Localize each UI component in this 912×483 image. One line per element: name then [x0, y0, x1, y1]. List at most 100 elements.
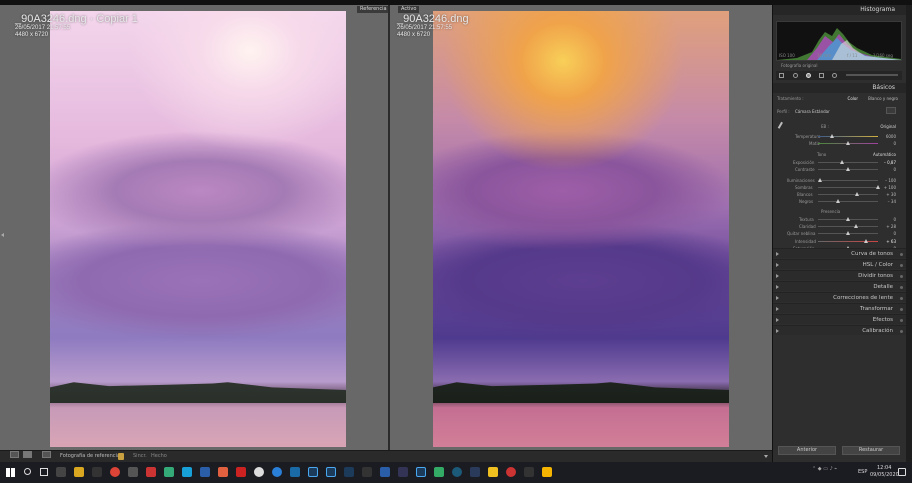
lightroom-icon[interactable]: [308, 467, 318, 477]
section-hsl-color[interactable]: HSL / Color: [773, 259, 907, 269]
toggle-switch-icon[interactable]: [900, 264, 903, 267]
contrast-slider[interactable]: [818, 167, 878, 171]
taskbar-app-icon-18[interactable]: [362, 467, 372, 477]
exposure-slider[interactable]: [818, 160, 878, 164]
grid-view-icon[interactable]: [10, 451, 19, 458]
active-photo[interactable]: [433, 11, 729, 447]
taskbar-app-icon-12[interactable]: [254, 467, 264, 477]
taskbar-app-icon-9[interactable]: [200, 467, 210, 477]
section-calibration[interactable]: Calibración: [773, 325, 907, 335]
shadows-slider[interactable]: [818, 185, 880, 189]
shadows-knob[interactable]: [876, 185, 880, 189]
basics-header[interactable]: Básicos: [773, 83, 907, 93]
taskbar-app-icon-20[interactable]: [398, 467, 408, 477]
dehaze-value[interactable]: 0: [893, 231, 896, 236]
tint-slider[interactable]: [818, 141, 878, 145]
blacks-knob[interactable]: [836, 199, 840, 203]
contrast-value[interactable]: 0: [893, 167, 896, 172]
highlights-slider[interactable]: [818, 178, 878, 182]
reset-button[interactable]: Restaurar: [842, 446, 900, 455]
toolbar-menu-icon[interactable]: [764, 455, 768, 458]
section-lens-corrections[interactable]: Correcciones de lente: [773, 292, 907, 302]
taskbar-app-icon-1[interactable]: [56, 467, 66, 477]
whites-value[interactable]: + 30: [886, 192, 896, 197]
treatment-color[interactable]: Color: [848, 96, 858, 101]
taskbar-app-icon-7[interactable]: [164, 467, 174, 477]
toggle-switch-icon[interactable]: [900, 253, 903, 256]
taskbar-app-icon-3[interactable]: [92, 467, 102, 477]
taskbar-app-icon-5[interactable]: [128, 467, 138, 477]
blacks-slider[interactable]: [818, 199, 878, 203]
clarity-knob[interactable]: [854, 224, 858, 228]
section-tone-curve[interactable]: Curva de tonos: [773, 248, 907, 258]
toggle-switch-icon[interactable]: [900, 319, 903, 322]
language-indicator[interactable]: ESP: [858, 469, 867, 475]
clock-date[interactable]: 09/05/2020: [870, 472, 899, 478]
toggle-switch-icon[interactable]: [900, 330, 903, 333]
texture-slider[interactable]: [818, 217, 878, 221]
taskbar-app-icon-11[interactable]: [236, 467, 246, 477]
section-split-toning[interactable]: Dividir tonos: [773, 270, 907, 280]
tint-value[interactable]: 0: [893, 141, 896, 146]
crop-icon[interactable]: [779, 73, 784, 78]
toggle-switch-icon[interactable]: [900, 297, 903, 300]
toggle-switch-icon[interactable]: [900, 286, 903, 289]
vibrance-knob[interactable]: [864, 239, 868, 243]
contrast-knob[interactable]: [846, 167, 850, 171]
search-icon[interactable]: [24, 468, 31, 475]
original-photo-toggle[interactable]: Fotografía original: [781, 63, 817, 68]
graduated-filter-icon[interactable]: [819, 73, 824, 78]
taskbar-app-icon-2[interactable]: [74, 467, 84, 477]
loupe-view-icon[interactable]: [23, 451, 32, 458]
spot-removal-icon[interactable]: [793, 73, 798, 78]
radial-filter-icon[interactable]: [832, 73, 837, 78]
eyedropper-icon[interactable]: [777, 121, 788, 132]
tray-icons[interactable]: ⌃ ◆ ▭ ♪ ⌁: [812, 466, 837, 472]
taskbar-app-icon-25[interactable]: [488, 467, 498, 477]
taskbar-app-icon-8[interactable]: [182, 467, 192, 477]
taskbar-app-icon-17[interactable]: [344, 467, 354, 477]
taskbar-app-icon-21[interactable]: [416, 467, 426, 477]
task-view-icon[interactable]: [40, 468, 48, 476]
histogram-header[interactable]: Histograma: [773, 5, 907, 15]
left-panel-toggle-icon[interactable]: [1, 233, 4, 237]
temperature-value[interactable]: 6000: [886, 134, 896, 139]
treatment-bw[interactable]: Blanco y negro: [868, 96, 898, 101]
section-detail[interactable]: Detalle: [773, 281, 907, 291]
previous-button[interactable]: Anterior: [778, 446, 836, 455]
taskbar-app-icon-28[interactable]: [542, 467, 552, 477]
done-button[interactable]: Hecho: [151, 453, 167, 460]
tint-knob[interactable]: [846, 141, 850, 145]
reference-photo[interactable]: [50, 11, 346, 447]
exposure-value[interactable]: – 0,87: [884, 160, 896, 165]
highlights-knob[interactable]: [818, 178, 822, 182]
clarity-value[interactable]: + 28: [886, 224, 896, 229]
taskbar-app-icon-23[interactable]: [452, 467, 462, 477]
section-transform[interactable]: Transformar: [773, 303, 907, 313]
exposure-knob[interactable]: [840, 160, 844, 164]
chrome-icon[interactable]: [110, 467, 120, 477]
edge-icon[interactable]: [272, 467, 282, 477]
toggle-switch-icon[interactable]: [900, 275, 903, 278]
temperature-slider[interactable]: [818, 134, 878, 138]
adjustment-brush-icon[interactable]: [846, 74, 898, 76]
whites-knob[interactable]: [855, 192, 859, 196]
taskbar-app-icon-24[interactable]: [470, 467, 480, 477]
texture-value[interactable]: 0: [893, 217, 896, 222]
texture-knob[interactable]: [846, 217, 850, 221]
section-effects[interactable]: Efectos: [773, 314, 907, 324]
vibrance-slider[interactable]: [818, 239, 878, 243]
right-panel-toggle-strip[interactable]: [906, 5, 912, 462]
clock-time[interactable]: 12:04: [877, 465, 891, 471]
profile-browser-icon[interactable]: [886, 107, 896, 114]
vibrance-value[interactable]: + 63: [886, 239, 896, 244]
taskbar-app-icon-6[interactable]: [146, 467, 156, 477]
lock-icon[interactable]: [118, 453, 124, 460]
sync-button[interactable]: Sincr.: [133, 453, 147, 460]
whites-slider[interactable]: [818, 192, 878, 196]
dehaze-knob[interactable]: [846, 231, 850, 235]
profile-value[interactable]: Cámara Estándar: [795, 109, 830, 114]
taskbar-app-icon-16[interactable]: [326, 467, 336, 477]
shadows-value[interactable]: + 100: [884, 185, 896, 190]
start-button[interactable]: [6, 468, 15, 477]
